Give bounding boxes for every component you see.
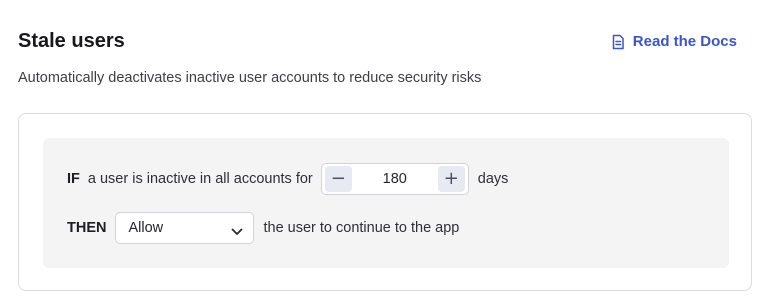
chevron-down-icon	[231, 224, 243, 235]
increment-button[interactable]: +	[437, 166, 465, 192]
page-subtitle: Automatically deactivates inactive user …	[18, 70, 482, 86]
action-select[interactable]: Allow	[115, 212, 255, 244]
if-keyword: IF	[67, 171, 80, 187]
read-docs-link[interactable]: Read the Docs	[611, 33, 737, 50]
rule-card: IF a user is inactive in all accounts fo…	[18, 113, 752, 291]
then-action-text: the user to continue to the app	[263, 220, 460, 236]
days-input[interactable]: 180	[355, 171, 435, 187]
rule-box: IF a user is inactive in all accounts fo…	[43, 138, 729, 268]
decrement-button[interactable]: −	[324, 166, 352, 192]
then-keyword: THEN	[67, 220, 107, 236]
action-select-value: Allow	[128, 220, 164, 236]
then-action-row: THEN Allow the user to continue to the a…	[67, 212, 459, 244]
if-condition-row: IF a user is inactive in all accounts fo…	[67, 162, 508, 196]
days-unit-label: days	[477, 171, 509, 187]
if-condition-text: a user is inactive in all accounts for	[87, 171, 313, 187]
page-header: Stale users Read the Docs	[18, 28, 757, 54]
days-stepper: − 180 +	[320, 163, 469, 195]
read-docs-label: Read the Docs	[632, 33, 737, 50]
document-icon	[611, 34, 625, 50]
